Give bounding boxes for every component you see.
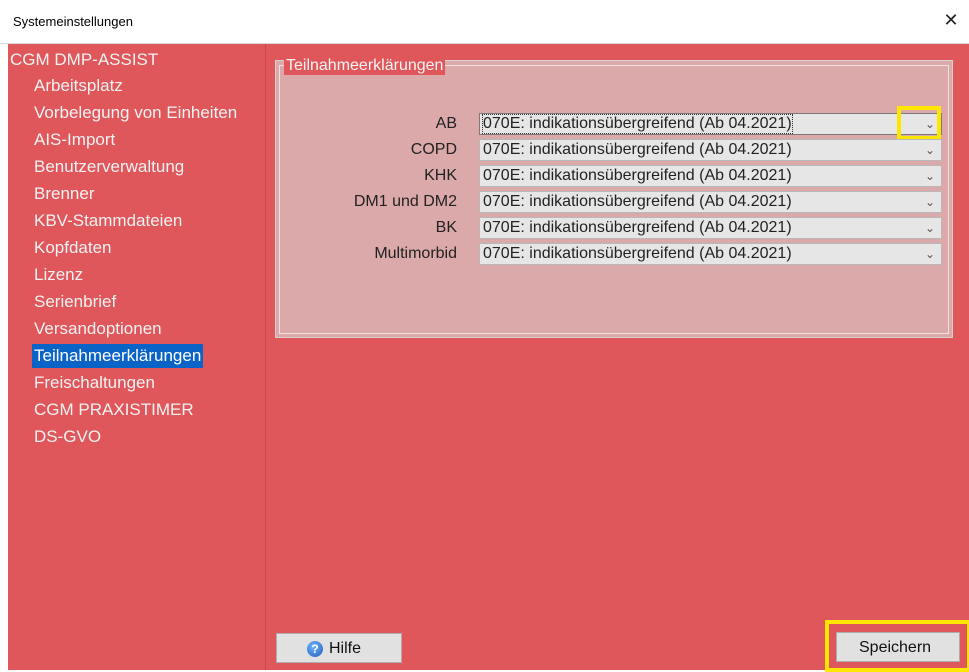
select-value: 070E: indikationsübergreifend (Ab 04.202… <box>483 245 792 262</box>
row-label: Multimorbid <box>374 245 457 262</box>
tree-item[interactable]: Versandoptionen <box>32 317 164 341</box>
main-panel: Teilnahmeerklärungen AB 070E: indikations… <box>266 44 969 672</box>
close-icon[interactable]: ✕ <box>939 8 963 32</box>
tree-item[interactable]: Lizenz <box>32 263 85 287</box>
tree-item[interactable]: CGM PRAXISTIMER <box>32 398 196 422</box>
teilnahme-group: Teilnahmeerklärungen AB 070E: indikations… <box>275 57 953 338</box>
chevron-down-icon[interactable]: ⌄ <box>923 194 937 210</box>
chevron-down-icon[interactable]: ⌄ <box>923 142 937 158</box>
select-value: 070E: indikationsübergreifend (Ab 04.202… <box>482 114 793 134</box>
save-button[interactable]: Speichern <box>836 632 960 662</box>
tree-item[interactable]: Brenner <box>32 182 96 206</box>
row-label: AB <box>435 115 457 132</box>
dropdown-highlight <box>897 106 941 140</box>
window-title: Systemeinstellungen <box>13 14 133 29</box>
select-value: 070E: indikationsübergreifend (Ab 04.202… <box>483 167 792 184</box>
row-label: COPD <box>410 141 457 158</box>
row-label: KHK <box>424 167 457 184</box>
help-button-label: Hilfe <box>329 640 362 657</box>
help-circle-icon: ? <box>307 641 323 657</box>
tree-item[interactable]: Kopfdaten <box>32 236 114 260</box>
save-button-label: Speichern <box>859 639 932 656</box>
select-value: 070E: indikationsübergreifend (Ab 04.202… <box>483 141 792 158</box>
teilnahme-select[interactable]: 070E: indikationsübergreifend (Ab 04.202… <box>479 113 942 135</box>
tree-item[interactable]: AIS-Import <box>32 128 117 152</box>
row-label: DM1 und DM2 <box>353 193 457 210</box>
teilnahme-select[interactable]: 070E: indikationsübergreifend (Ab 04.202… <box>479 217 942 239</box>
tree-item[interactable]: KBV-Stammdateien <box>32 209 184 233</box>
tree-item[interactable]: Freischaltungen <box>32 371 157 395</box>
teilnahme-select[interactable]: 070E: indikationsübergreifend (Ab 04.202… <box>479 165 942 187</box>
teilnahme-select[interactable]: 070E: indikationsübergreifend (Ab 04.202… <box>479 191 942 213</box>
settings-tree: CGM DMP-ASSIST Arbeitsplatz Vorbelegung v… <box>8 44 266 670</box>
tree-item[interactable]: Teilnahmeerklärungen <box>32 344 204 368</box>
tree-item[interactable]: Vorbelegung von Einheiten <box>32 101 239 125</box>
group-title: Teilnahmeerklärungen <box>284 57 446 75</box>
teilnahme-select[interactable]: 070E: indikationsübergreifend (Ab 04.202… <box>479 243 942 265</box>
row-label: BK <box>435 219 457 236</box>
tree-item[interactable]: Serienbrief <box>32 290 118 314</box>
select-value: 070E: indikationsübergreifend (Ab 04.202… <box>483 193 792 210</box>
window-titlebar: Systemeinstellungen ✕ <box>0 0 969 44</box>
tree-root[interactable]: CGM DMP-ASSIST <box>10 50 158 70</box>
tree-item[interactable]: DS-GVO <box>32 425 103 449</box>
select-value: 070E: indikationsübergreifend (Ab 04.202… <box>483 219 792 236</box>
chevron-down-icon[interactable]: ⌄ <box>923 220 937 236</box>
teilnahme-select[interactable]: 070E: indikationsübergreifend (Ab 04.202… <box>479 139 942 161</box>
chevron-down-icon[interactable]: ⌄ <box>923 168 937 184</box>
chevron-down-icon[interactable]: ⌄ <box>923 246 937 262</box>
tree-item[interactable]: Arbeitsplatz <box>32 74 125 98</box>
help-button[interactable]: ? Hilfe <box>276 633 402 663</box>
tree-item[interactable]: Benutzerverwaltung <box>32 155 186 179</box>
